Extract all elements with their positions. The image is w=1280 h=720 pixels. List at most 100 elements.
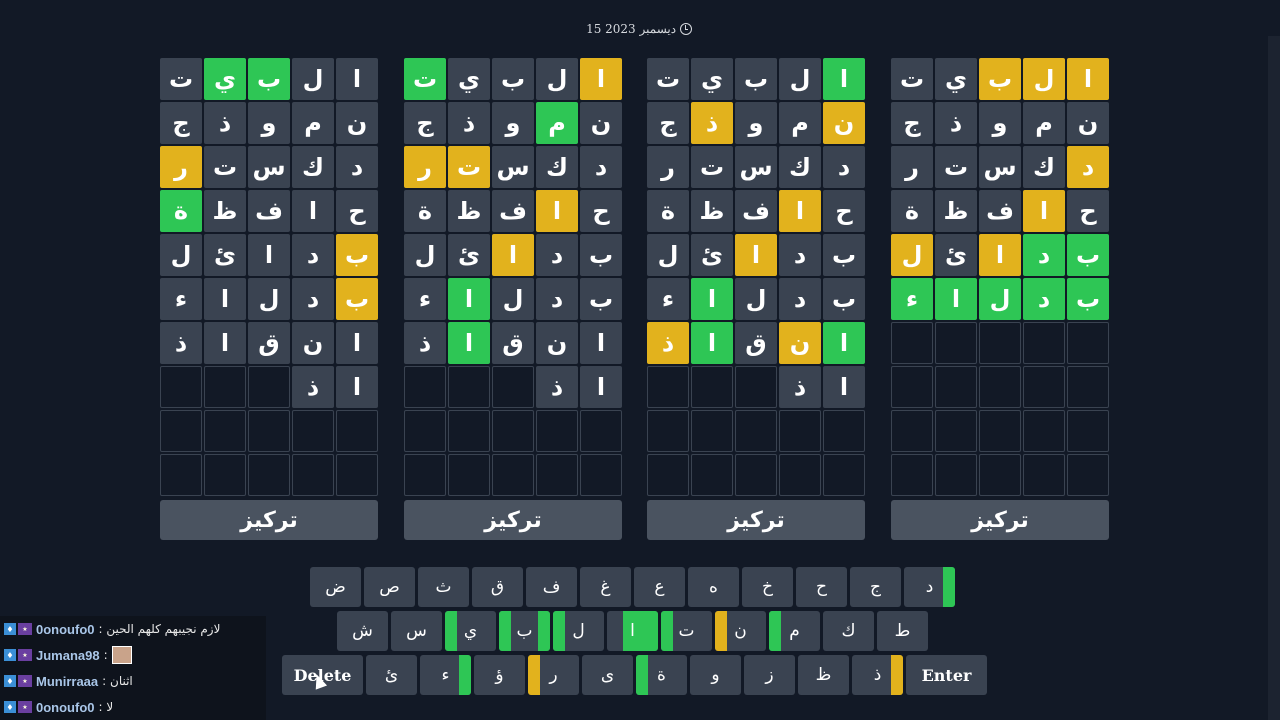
letter-key[interactable]: ء xyxy=(420,655,471,695)
letter-key[interactable]: ن xyxy=(715,611,766,651)
empty-tile xyxy=(204,454,246,496)
empty-tile xyxy=(1023,322,1065,364)
letter-key[interactable]: ح xyxy=(796,567,847,607)
letter-key[interactable]: و xyxy=(690,655,741,695)
letter-tile: ا xyxy=(204,278,246,320)
letter-key[interactable]: ب xyxy=(499,611,550,651)
key-label: ى xyxy=(600,665,615,685)
page-scrollbar[interactable] xyxy=(1268,36,1280,720)
letter-tile: م xyxy=(779,102,821,144)
letter-key[interactable]: س xyxy=(391,611,442,651)
chat-message: ♦ ★ Munirraaa: اثنان xyxy=(0,668,266,694)
empty-tile xyxy=(536,454,578,496)
letter-key[interactable]: ة xyxy=(636,655,687,695)
enter-key[interactable]: Enter xyxy=(906,655,987,695)
key-label: ف xyxy=(542,577,561,597)
letter-key[interactable]: ه xyxy=(688,567,739,607)
board-2: البيتنموذجدكسترحافظةبدائلبدلاءانقاذاذ تر… xyxy=(647,58,865,540)
letter-tile: ا xyxy=(336,58,378,100)
letter-tile: ظ xyxy=(935,190,977,232)
letter-tile: س xyxy=(492,146,534,188)
letter-key[interactable]: ظ xyxy=(798,655,849,695)
letter-tile: ت xyxy=(160,58,202,100)
letter-key[interactable]: ث xyxy=(418,567,469,607)
empty-tile xyxy=(580,410,622,452)
empty-tile xyxy=(492,366,534,408)
letter-key[interactable]: ي xyxy=(445,611,496,651)
empty-tile xyxy=(248,366,290,408)
chat-username[interactable]: Jumana98 xyxy=(36,648,100,663)
letter-tile: ل xyxy=(536,58,578,100)
letter-tile: ا xyxy=(580,58,622,100)
letter-key[interactable]: ز xyxy=(744,655,795,695)
key-label: ح xyxy=(816,577,827,597)
focus-button[interactable]: تركيز xyxy=(891,500,1109,540)
letter-key[interactable]: د xyxy=(904,567,955,607)
key-label: ش xyxy=(352,621,373,641)
letter-tile: ا xyxy=(691,278,733,320)
chat-username[interactable]: 0onoufo0 xyxy=(36,622,95,637)
letter-key[interactable]: ش xyxy=(337,611,388,651)
board-1: البيتنموذجدكسترحافظةبدائلبدلاء تركيز xyxy=(891,58,1109,540)
letter-key[interactable]: ى xyxy=(582,655,633,695)
letter-key[interactable]: ف xyxy=(526,567,577,607)
empty-tile xyxy=(979,322,1021,364)
key-status-marker xyxy=(528,655,540,695)
letter-tile: ج xyxy=(160,102,202,144)
empty-tile xyxy=(891,366,933,408)
letter-key[interactable]: خ xyxy=(742,567,793,607)
focus-button[interactable]: تركيز xyxy=(160,500,378,540)
letter-tile: ئ xyxy=(448,234,490,276)
letter-key[interactable]: غ xyxy=(580,567,631,607)
prime-badge-icon: ♦ xyxy=(4,675,16,687)
letter-key[interactable]: ت xyxy=(661,611,712,651)
key-label: س xyxy=(406,621,427,641)
letter-key[interactable]: م xyxy=(769,611,820,651)
delete-key[interactable]: Delete xyxy=(282,655,363,695)
key-status-marker xyxy=(623,611,658,651)
empty-tile xyxy=(204,366,246,408)
key-status-marker xyxy=(636,655,648,695)
letter-key[interactable]: ذ xyxy=(852,655,903,695)
letter-tile: ر xyxy=(404,146,446,188)
letter-tile: ب xyxy=(823,278,865,320)
letter-tile: ك xyxy=(1023,146,1065,188)
letter-key[interactable]: ؤ xyxy=(474,655,525,695)
empty-tile xyxy=(823,410,865,452)
letter-tile: ا xyxy=(536,190,578,232)
letter-key[interactable]: ع xyxy=(634,567,685,607)
letter-tile: ا xyxy=(1067,58,1109,100)
letter-tile: ك xyxy=(779,146,821,188)
letter-tile: ق xyxy=(735,322,777,364)
letter-key[interactable]: ط xyxy=(877,611,928,651)
focus-button[interactable]: تركيز xyxy=(647,500,865,540)
letter-key[interactable]: ج xyxy=(850,567,901,607)
focus-button[interactable]: تركيز xyxy=(404,500,622,540)
letter-tile: ل xyxy=(160,234,202,276)
empty-tile xyxy=(735,410,777,452)
letter-key[interactable]: ض xyxy=(310,567,361,607)
empty-tile xyxy=(935,410,977,452)
letter-key[interactable]: ل xyxy=(553,611,604,651)
letter-key[interactable]: ئ xyxy=(366,655,417,695)
empty-tile xyxy=(891,322,933,364)
letter-tile: ا xyxy=(935,278,977,320)
letter-key[interactable]: ر xyxy=(528,655,579,695)
empty-tile xyxy=(160,410,202,452)
chat-username[interactable]: Munirraaa xyxy=(36,674,98,689)
letter-tile: ن xyxy=(292,322,334,364)
letter-tile: ت xyxy=(647,58,689,100)
letter-tile: ل xyxy=(492,278,534,320)
letter-tile: ذ xyxy=(935,102,977,144)
letter-tile: ة xyxy=(160,190,202,232)
chat-username[interactable]: 0onoufo0 xyxy=(36,700,95,715)
letter-tile: و xyxy=(492,102,534,144)
letter-tile: ر xyxy=(891,146,933,188)
letter-key[interactable]: ا xyxy=(607,611,658,651)
letter-key[interactable]: ص xyxy=(364,567,415,607)
key-label: Enter xyxy=(921,665,972,685)
letter-tile: ف xyxy=(979,190,1021,232)
letter-key[interactable]: ق xyxy=(472,567,523,607)
letter-key[interactable]: ك xyxy=(823,611,874,651)
key-label: ء xyxy=(441,665,450,685)
